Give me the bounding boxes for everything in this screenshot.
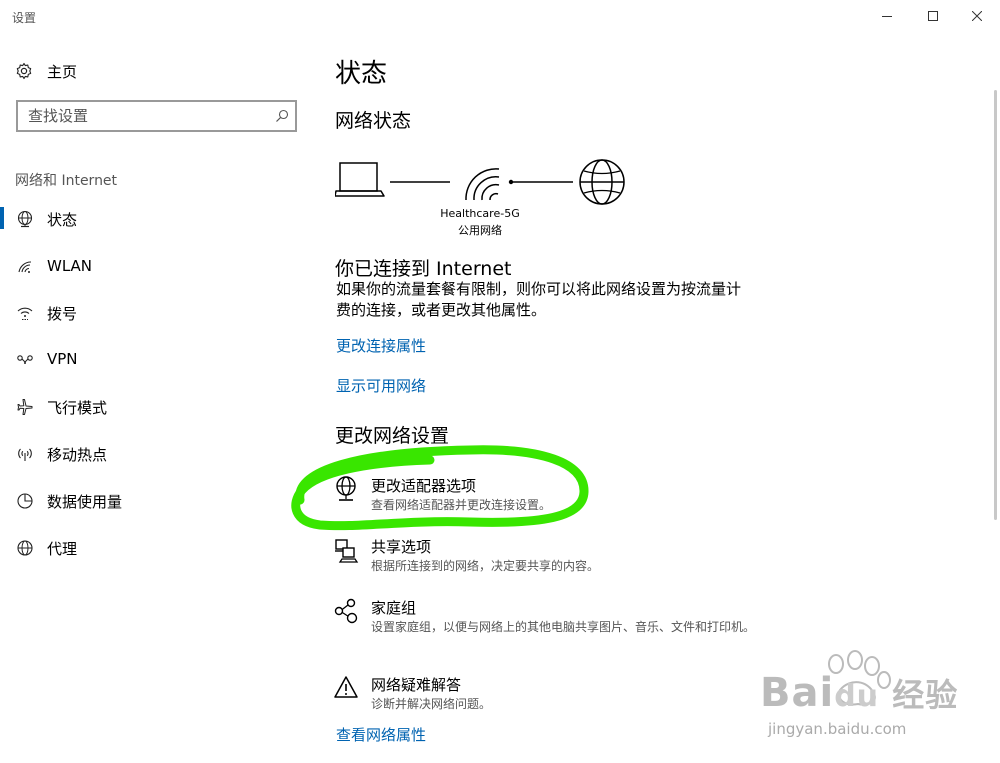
sidebar-item-label: 拨号: [47, 305, 78, 323]
search-input[interactable]: [18, 102, 295, 130]
sidebar-item-airplane-mode[interactable]: 飞行模式: [0, 386, 315, 426]
network-diagram: [335, 159, 625, 205]
watermark-cn: 经验: [892, 676, 959, 714]
maximize-button[interactable]: [910, 0, 956, 32]
minimize-icon: [882, 16, 892, 17]
watermark-brand-du: du: [834, 679, 880, 714]
sidebar-item-label: WLAN: [47, 257, 93, 275]
laptop-icon: [335, 162, 385, 197]
show-available-networks-link[interactable]: 显示可用网络: [336, 375, 426, 396]
globe-status-icon: [16, 210, 34, 228]
sidebar-item-vpn[interactable]: VPN: [0, 339, 315, 379]
option-title: 共享选项: [371, 538, 432, 556]
sidebar-item-mobile-hotspot[interactable]: 移动热点: [0, 433, 315, 473]
connected-description: 如果你的流量套餐有限制，则你可以将此网络设置为按流量计费的连接，或者更改其他属性…: [336, 280, 742, 319]
minimize-button[interactable]: [864, 0, 910, 32]
network-type: 公用网络: [458, 224, 502, 237]
sidebar-item-label: 代理: [47, 540, 78, 558]
search-icon: [276, 109, 289, 122]
option-description: 设置家庭组，以便与网络上的其他电脑共享图片、音乐、文件和打印机。: [371, 620, 756, 634]
sidebar-item-proxy[interactable]: 代理: [0, 527, 315, 567]
globe-icon: [16, 539, 34, 557]
sidebar-item-label: 数据使用量: [47, 493, 123, 511]
title-bar: 设置: [0, 0, 1000, 32]
home-item[interactable]: 主页: [15, 60, 77, 82]
sidebar-item-label: 移动热点: [47, 446, 108, 464]
option-description: 查看网络适配器并更改连接设置。: [371, 498, 552, 512]
option-title: 网络疑难解答: [371, 676, 462, 694]
close-icon: [972, 11, 982, 21]
option-description: 诊断并解决网络问题。: [371, 697, 492, 711]
sidebar-item-dialup[interactable]: 拨号: [0, 292, 315, 332]
watermark-brand: Bai: [760, 670, 835, 716]
option-description: 根据所连接到的网络，决定要共享的内容。: [371, 559, 600, 573]
window-title: 设置: [12, 11, 37, 25]
maximize-icon: [928, 11, 938, 21]
network-adapter-icon: [336, 476, 356, 501]
scrollbar[interactable]: [994, 90, 997, 520]
section-title: 网络和 Internet: [15, 173, 118, 189]
sidebar-item-label: VPN: [47, 350, 78, 368]
homegroup-icon: [334, 598, 358, 624]
sidebar-item-status[interactable]: 状态: [0, 198, 315, 238]
baidu-watermark: Baidu 经验 jingyan.baidu.com: [760, 650, 960, 754]
watermark-url: jingyan.baidu.com: [768, 720, 907, 738]
warning-icon: [334, 676, 358, 698]
sidebar-item-wlan[interactable]: WLAN: [0, 246, 315, 286]
home-label: 主页: [47, 62, 78, 81]
change-connection-properties-link[interactable]: 更改连接属性: [336, 335, 426, 356]
option-title: 更改适配器选项: [371, 477, 477, 495]
vpn-icon: [16, 351, 34, 369]
close-button[interactable]: [954, 0, 1000, 32]
wifi-icon: [16, 258, 34, 276]
airplane-icon: [16, 398, 34, 416]
sidebar: 主页 网络和 Internet 状态 WLAN 拨号 VPN: [0, 32, 315, 763]
change-network-settings-heading: 更改网络设置: [335, 425, 450, 447]
search-box[interactable]: [16, 100, 297, 132]
internet-globe-icon: [579, 159, 625, 205]
hotspot-icon: [16, 445, 34, 463]
active-indicator: [0, 207, 4, 229]
dialup-icon: [16, 304, 34, 322]
sidebar-item-label: 状态: [47, 211, 78, 229]
sharing-icon: [335, 539, 359, 563]
view-network-properties-link[interactable]: 查看网络属性: [336, 724, 426, 745]
network-name: Healthcare-5G: [440, 207, 520, 220]
data-usage-icon: [16, 492, 34, 510]
connected-heading: 你已连接到 Internet: [335, 258, 512, 280]
wifi-network-icon: [465, 168, 514, 201]
option-title: 家庭组: [371, 599, 417, 617]
page-title: 状态: [335, 59, 388, 89]
sidebar-item-label: 飞行模式: [47, 399, 108, 417]
sidebar-item-data-usage[interactable]: 数据使用量: [0, 480, 315, 520]
gear-icon: [16, 62, 32, 80]
network-status-heading: 网络状态: [335, 110, 412, 132]
